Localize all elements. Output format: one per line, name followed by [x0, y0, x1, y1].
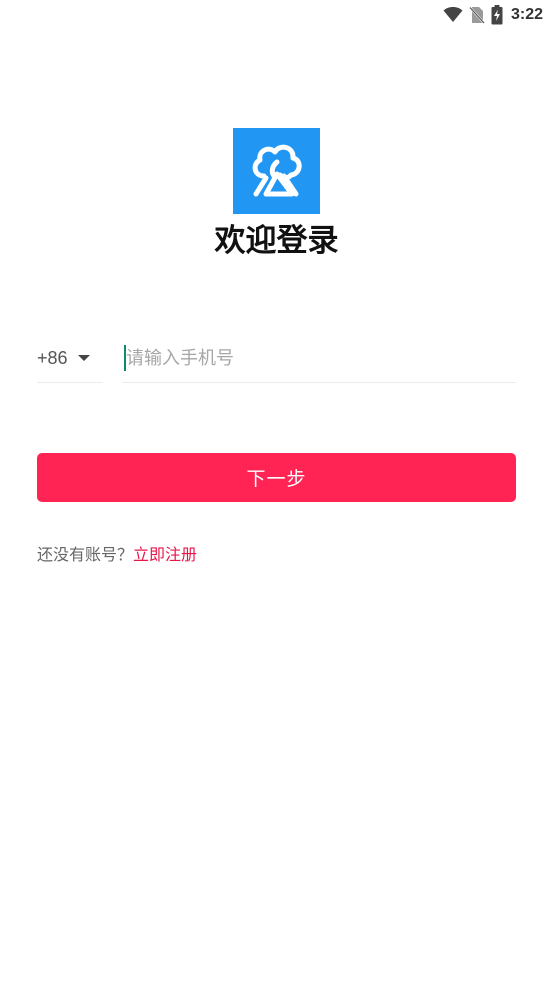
- login-screen: 3:22 欢迎登录 +86 下一步 还没有账号？ 立即注册: [0, 0, 553, 983]
- page-title: 欢迎登录: [214, 223, 339, 259]
- app-logo: [233, 128, 320, 214]
- caret-down-icon: [77, 355, 90, 361]
- country-code-selector[interactable]: +86: [37, 334, 103, 383]
- status-time: 3:22: [510, 6, 543, 23]
- next-button[interactable]: 下一步: [37, 453, 516, 502]
- battery-charging-icon: [491, 5, 503, 25]
- country-code-text: +86: [37, 347, 68, 368]
- register-prompt: 还没有账号？ 立即注册: [37, 540, 197, 566]
- phone-field[interactable]: [122, 334, 516, 383]
- status-bar: 3:22: [443, 0, 553, 30]
- no-sim-icon: [469, 6, 485, 24]
- wifi-icon: [443, 7, 463, 23]
- no-account-text: 还没有账号？: [37, 545, 134, 564]
- phone-input[interactable]: [126, 347, 486, 369]
- register-link[interactable]: 立即注册: [133, 541, 197, 565]
- tree-logo-icon: [252, 144, 302, 197]
